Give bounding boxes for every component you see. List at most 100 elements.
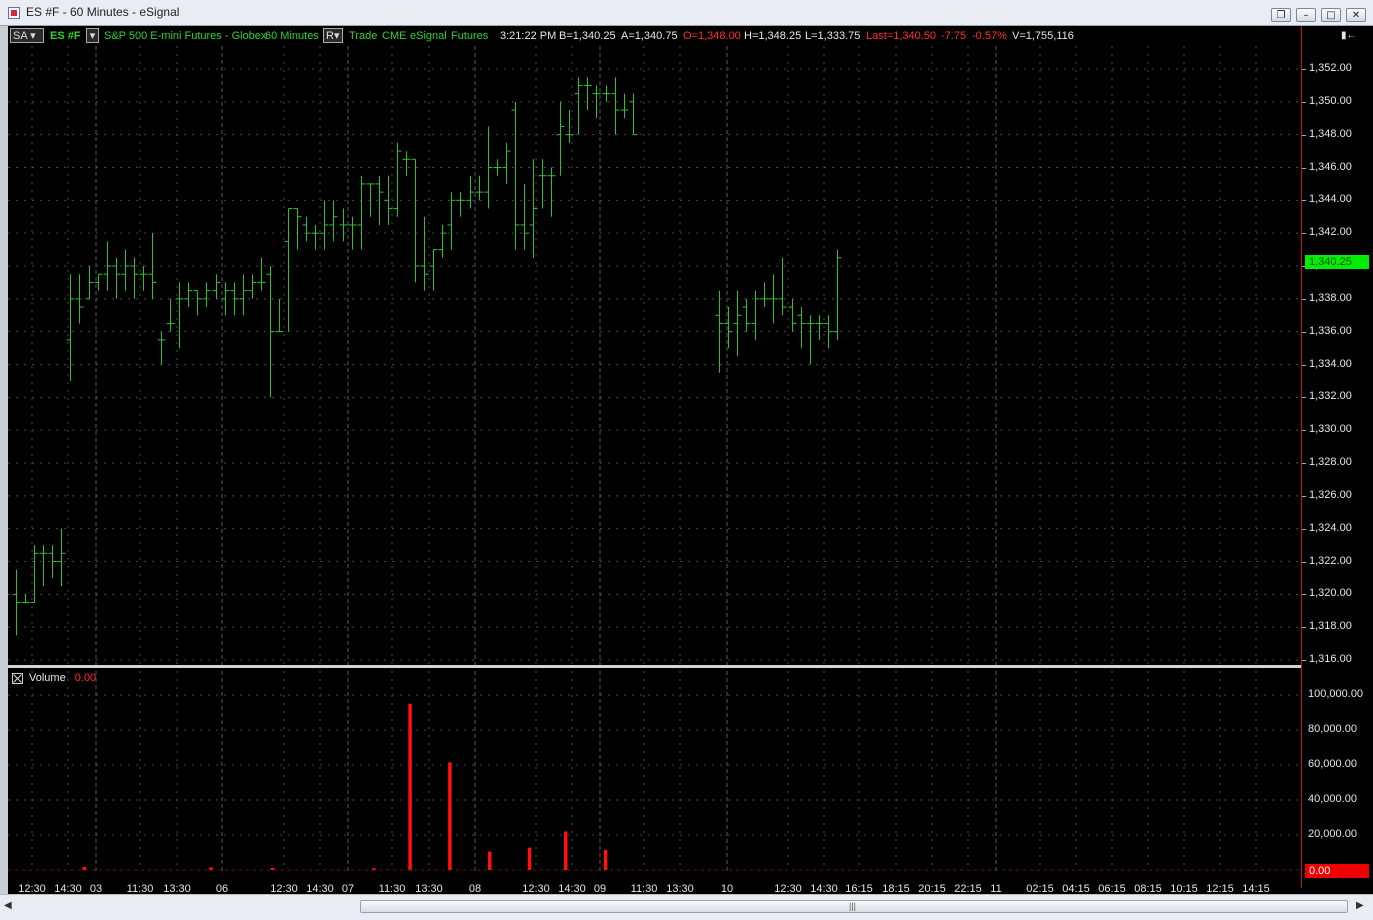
price-bar bbox=[411, 158, 420, 283]
volume-title: Volume bbox=[29, 672, 66, 684]
price-bar bbox=[466, 175, 475, 209]
price-bar bbox=[12, 569, 21, 636]
price-bar bbox=[769, 274, 778, 324]
price-axis-label: 1,330.00 bbox=[1309, 423, 1352, 436]
price-bar bbox=[293, 208, 302, 250]
high-readout: H=1,348.25 bbox=[744, 30, 802, 42]
price-bar bbox=[806, 315, 815, 365]
price-axis-tick bbox=[1302, 397, 1306, 399]
price-bar bbox=[275, 298, 284, 333]
price-bar bbox=[112, 257, 121, 299]
price-bar bbox=[175, 282, 184, 349]
price-bar bbox=[266, 266, 275, 398]
open-readout: O=1,348.00 bbox=[683, 30, 741, 42]
price-bar bbox=[583, 77, 592, 111]
window-title-bar: ES #F - 60 Minutes - eSignal ❐ – □ ✕ bbox=[0, 0, 1373, 26]
window-maximize-button[interactable]: □ bbox=[1321, 8, 1341, 22]
price-bar bbox=[815, 315, 824, 340]
r-menu-button[interactable]: R▾ bbox=[323, 28, 343, 43]
symbol-menu-button[interactable]: ▾ bbox=[86, 28, 99, 43]
volume-bar bbox=[487, 851, 492, 870]
price-bar bbox=[833, 249, 842, 340]
symbol-field[interactable]: ES #F bbox=[50, 30, 81, 42]
price-axis-tick bbox=[1302, 200, 1306, 202]
price-axis-tick bbox=[1302, 594, 1306, 596]
close-volume-icon[interactable] bbox=[12, 672, 23, 684]
price-bar bbox=[429, 249, 438, 291]
price-bar bbox=[94, 273, 103, 291]
scrollbar-thumb[interactable]: ||| bbox=[360, 900, 1348, 913]
price-axis-label: 1,328.00 bbox=[1309, 456, 1352, 468]
price-axis-tick bbox=[1302, 364, 1306, 366]
price-bar bbox=[339, 208, 348, 242]
change-readout: -7.75 bbox=[941, 30, 967, 42]
price-bar bbox=[30, 545, 39, 604]
price-bar bbox=[157, 331, 166, 365]
window-close-button[interactable]: ✕ bbox=[1346, 8, 1366, 22]
volume-axis-label: 40,000.00 bbox=[1308, 793, 1357, 805]
sa-label: SA bbox=[13, 30, 28, 42]
price-bar bbox=[547, 167, 556, 217]
price-bar bbox=[484, 126, 493, 209]
price-bar bbox=[239, 274, 248, 316]
price-bar bbox=[502, 142, 511, 184]
volume-bar bbox=[603, 849, 608, 870]
price-axis-tick bbox=[1302, 167, 1306, 169]
trade-label[interactable]: Trade bbox=[349, 30, 377, 42]
price-bar bbox=[193, 290, 202, 316]
price-axis-label: 1,346.00 bbox=[1309, 160, 1352, 173]
price-axis-tick bbox=[1302, 101, 1306, 103]
price-bar bbox=[438, 224, 447, 258]
price-axis-tick bbox=[1302, 331, 1306, 333]
price-bar bbox=[511, 101, 520, 250]
volume-bar bbox=[270, 867, 275, 870]
volume-value: 0.00 bbox=[74, 672, 97, 684]
price-bar bbox=[284, 208, 293, 332]
price-axis-tick bbox=[1302, 627, 1306, 629]
price-axis-label: 1,326.00 bbox=[1309, 488, 1352, 501]
volume-readout: V=1,755,116 bbox=[1012, 30, 1074, 42]
price-axis-label: 1,336.00 bbox=[1309, 324, 1352, 337]
last-readout: Last=1,340.50 bbox=[866, 30, 937, 42]
volume-bar bbox=[408, 703, 412, 870]
sa-selector[interactable]: SA ▾ bbox=[10, 28, 44, 43]
scroll-left-arrow-icon[interactable]: ◀ bbox=[4, 900, 12, 911]
price-bar bbox=[733, 290, 742, 357]
window-minimize-button[interactable]: – bbox=[1296, 8, 1316, 22]
axis-divider bbox=[1301, 26, 1302, 888]
interval-label[interactable]: 60 Minutes bbox=[265, 30, 319, 42]
pane-splitter[interactable] bbox=[8, 665, 1301, 668]
price-bar bbox=[148, 233, 157, 299]
ask-readout: A=1,340.75 bbox=[621, 30, 678, 42]
type-label: Futures bbox=[451, 30, 489, 42]
price-bar bbox=[166, 298, 175, 332]
chart-canvas[interactable] bbox=[8, 26, 1365, 894]
window-link-button[interactable]: ❐ bbox=[1271, 8, 1291, 22]
price-bar bbox=[75, 274, 84, 324]
chart-area[interactable]: SA ▾ ES #F ▾ S&P 500 E-mini Futures - Gl… bbox=[8, 26, 1365, 894]
volume-bar bbox=[372, 868, 376, 870]
window-title: ES #F - 60 Minutes - eSignal bbox=[26, 5, 180, 19]
volume-axis-label: 80,000.00 bbox=[1308, 723, 1357, 735]
price-bar bbox=[384, 175, 393, 225]
chart-menu-icon[interactable]: ▮← bbox=[1341, 30, 1357, 41]
horizontal-scrollbar[interactable]: ◀ ||| ▶ bbox=[0, 894, 1373, 920]
volume-axis-label: 100,000.00 bbox=[1308, 688, 1364, 700]
price-bar bbox=[357, 175, 366, 250]
price-axis-label: 1,344.00 bbox=[1309, 193, 1352, 206]
price-bar bbox=[85, 266, 94, 300]
price-axis-label: 1,350.00 bbox=[1309, 94, 1352, 107]
symbol-description: S&P 500 E-mini Futures - Globex bbox=[104, 30, 267, 42]
scroll-right-arrow-icon[interactable]: ▶ bbox=[1356, 900, 1364, 911]
volume-axis-label: 20,000.00 bbox=[1308, 828, 1357, 840]
price-axis-label: 1,324.00 bbox=[1309, 521, 1352, 534]
price-axis-tick bbox=[1302, 528, 1306, 530]
chart-toolbar: SA ▾ ES #F ▾ S&P 500 E-mini Futures - Gl… bbox=[8, 26, 1365, 46]
price-bar bbox=[475, 175, 484, 201]
price-bar bbox=[629, 93, 638, 136]
volume-pane-header: Volume 0.00 bbox=[12, 672, 96, 684]
volume-bar bbox=[448, 762, 452, 870]
price-bar bbox=[302, 216, 311, 242]
time-readout: 3:21:22 PM bbox=[500, 30, 557, 42]
price-bar bbox=[538, 159, 547, 209]
